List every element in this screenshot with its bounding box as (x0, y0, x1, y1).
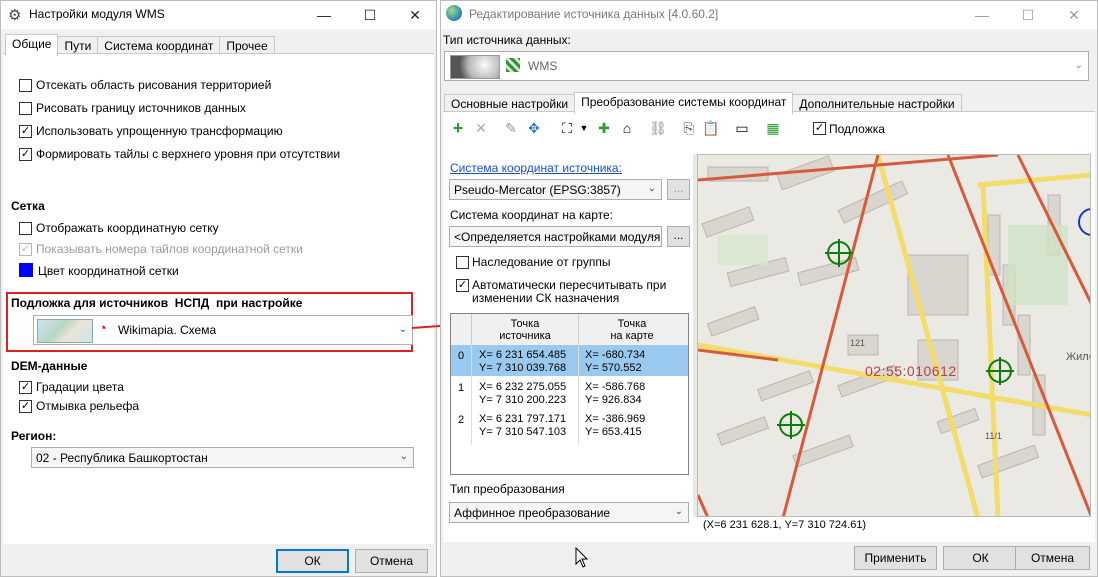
chevron-down-icon: ⌄ (674, 506, 683, 517)
document-icon[interactable]: ▭ (733, 119, 751, 137)
map-crs-select[interactable]: <Определяется настройками модуля ⌄ (449, 226, 662, 247)
wms-icon (506, 58, 520, 72)
map-y: Y= 926.834 (585, 394, 642, 406)
map-view[interactable]: 02:55:010612 121 11/1 Жило (697, 154, 1091, 517)
edit-icon[interactable]: ✎ (502, 119, 520, 137)
globe-icon (446, 5, 462, 21)
pin-icon[interactable]: ✚ (595, 119, 613, 137)
source-y: Y= 7 310 200.223 (479, 394, 567, 406)
table-row[interactable]: 1 X= 6 232 275.055 Y= 7 310 200.223 X= -… (451, 377, 688, 408)
table-row[interactable]: 0 X= 6 231 654.485 Y= 7 310 039.768 X= -… (451, 345, 688, 376)
basemap-checkbox[interactable]: ✓ (813, 122, 826, 135)
move-icon[interactable]: ✥ (525, 119, 543, 137)
fit-extent-icon[interactable]: ⛶ (558, 119, 576, 137)
col-divider (471, 345, 472, 445)
basemap-checkbox-label: Подложка (829, 122, 885, 136)
source-y: Y= 7 310 547.103 (479, 426, 567, 438)
table-header: Точка источника Точка на карте (451, 314, 688, 346)
col-source-header-l1: Точка (510, 318, 540, 330)
minimize-button[interactable]: — (959, 1, 1005, 29)
col-source-header: Точка источника (473, 318, 577, 342)
transform-type-value: Аффинное преобразование (454, 506, 611, 520)
add-icon[interactable]: + (449, 118, 467, 138)
map-x: X= -680.734 (585, 349, 646, 361)
col-map-header-l1: Точка (617, 318, 647, 330)
layers-grid-icon[interactable]: ▦ (764, 119, 782, 137)
auto-recalc-label-2: изменении СК назначения (472, 291, 620, 305)
inherit-group-checkbox[interactable] (456, 256, 469, 269)
map-y: Y= 570.552 (585, 362, 642, 374)
paste-icon[interactable]: 📋 (702, 119, 720, 137)
building-number-label: 121 (850, 338, 866, 348)
source-x: X= 6 232 275.055 (479, 381, 567, 393)
table-row[interactable]: 2 X= 6 231 797.171 Y= 7 310 547.103 X= -… (451, 409, 688, 440)
home-icon[interactable]: ⌂ (618, 119, 636, 137)
chevron-down-icon: ⌄ (647, 230, 656, 241)
copy-icon[interactable]: ⎘ (680, 119, 698, 137)
maximize-button[interactable]: ☐ (1005, 1, 1051, 29)
source-x: X= 6 231 654.485 (479, 349, 567, 361)
cursor-coords-status: (X=6 231 628.1, Y=7 310 724.61) (703, 519, 867, 531)
col-map-header-l2: на карте (610, 330, 654, 342)
col-divider (471, 314, 472, 345)
source-type-select[interactable]: WMS ⌄ (444, 51, 1089, 81)
auto-recalc-checkbox[interactable]: ✓ (456, 279, 469, 292)
source-x: X= 6 231 797.171 (479, 413, 567, 425)
source-y: Y= 7 310 039.768 (479, 362, 567, 374)
sphere-thumbnail-icon (450, 55, 500, 79)
dropdown-arrow-icon[interactable]: ▼ (575, 119, 593, 137)
control-points-table[interactable]: Точка источника Точка на карте 0 X= 6 23… (450, 313, 689, 475)
building-number-label: 11/1 (985, 431, 1002, 441)
map-crs-label: Система координат на карте: (450, 208, 613, 222)
map-time-label: 02:55:010612 (865, 363, 957, 379)
link-icon[interactable]: ⛓ (649, 119, 667, 137)
ok-button[interactable]: ОК (943, 546, 1018, 570)
tab-general[interactable]: Общие (5, 34, 59, 56)
row-index: 1 (458, 382, 465, 394)
map-y: Y= 653.415 (585, 426, 642, 438)
transform-type-label: Тип преобразования (450, 482, 565, 496)
data-source-edit-window: Редактирование источника данных [4.0.60.… (440, 0, 1098, 577)
chevron-down-icon: ⌄ (1074, 60, 1083, 71)
chevron-down-icon: ⌄ (647, 183, 656, 194)
map-canvas (698, 155, 1090, 516)
col-map-header: Точка на карте (580, 318, 684, 342)
row-index: 0 (458, 350, 465, 362)
row-index: 2 (458, 414, 465, 426)
col-divider (578, 345, 579, 445)
title-bar[interactable]: Редактирование источника данных [4.0.60.… (441, 1, 1097, 29)
map-x: X= -386.969 (585, 413, 646, 425)
window-title: Редактирование источника данных [4.0.60.… (469, 7, 719, 21)
close-button[interactable]: ✕ (1051, 1, 1097, 29)
source-crs-link[interactable]: Система координат источника: (450, 161, 622, 175)
transform-type-select[interactable]: Аффинное преобразование ⌄ (449, 502, 689, 523)
source-crs-value: Pseudo-Mercator (EPSG:3857) (454, 183, 621, 197)
apply-button[interactable]: Применить (854, 546, 937, 570)
street-label: Жило (1066, 351, 1090, 363)
mouse-cursor-icon (575, 547, 589, 568)
delete-icon[interactable]: ✕ (472, 119, 490, 137)
source-crs-select[interactable]: Pseudo-Mercator (EPSG:3857) ⌄ (449, 179, 662, 200)
source-type-label: Тип источника данных: (443, 33, 571, 47)
inherit-group-label: Наследование от группы (472, 255, 611, 269)
tab-crs-transform[interactable]: Преобразование системы координат (574, 92, 794, 114)
map-crs-value: <Определяется настройками модуля (454, 230, 661, 244)
cancel-button[interactable]: Отмена (1015, 546, 1090, 570)
map-x: X= -586.768 (585, 381, 646, 393)
col-source-header-l2: источника (499, 330, 551, 342)
source-type-value: WMS (528, 59, 558, 73)
map-crs-browse-button[interactable]: ... (667, 226, 690, 247)
col-divider (578, 314, 579, 345)
source-crs-browse-button[interactable]: ... (667, 179, 690, 200)
auto-recalc-label-1: Автоматически пересчитывать при (472, 278, 667, 292)
